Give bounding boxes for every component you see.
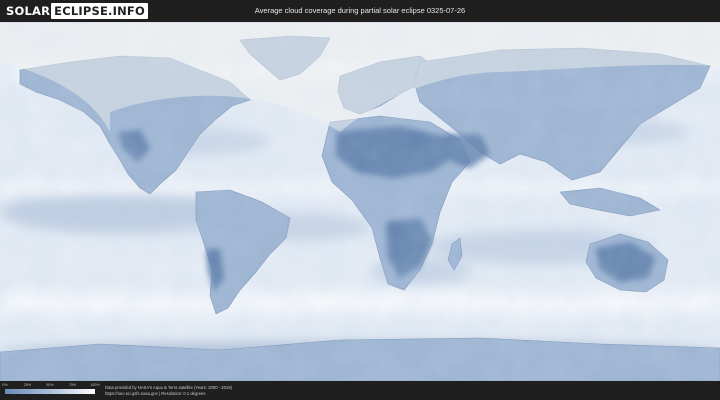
data-credit: Data provided by NASA's Aqua & Terra sat… bbox=[105, 385, 232, 390]
legend-tick-0: 0% bbox=[2, 383, 8, 387]
legend-tick-100: 100% bbox=[90, 383, 100, 387]
footer-bar: 0% 25% 50% 75% 100% Data provided by NAS… bbox=[0, 381, 720, 400]
map-title: Average cloud coverage during partial so… bbox=[254, 6, 466, 15]
header-bar: SOLAR ECLIPSE.INFO Average cloud coverag… bbox=[0, 0, 720, 22]
legend-tick-50: 50% bbox=[46, 383, 54, 387]
legend-tick-75: 75% bbox=[68, 383, 77, 387]
cloud-coverage-legend-bar bbox=[5, 389, 95, 394]
cloud-coverage-map bbox=[0, 22, 720, 381]
legend-tick-25: 25% bbox=[23, 383, 32, 387]
data-source-link[interactable]: https://neo.sci.gsfc.nasa.gov | Resoluti… bbox=[105, 391, 205, 396]
world-map-svg bbox=[0, 22, 720, 381]
